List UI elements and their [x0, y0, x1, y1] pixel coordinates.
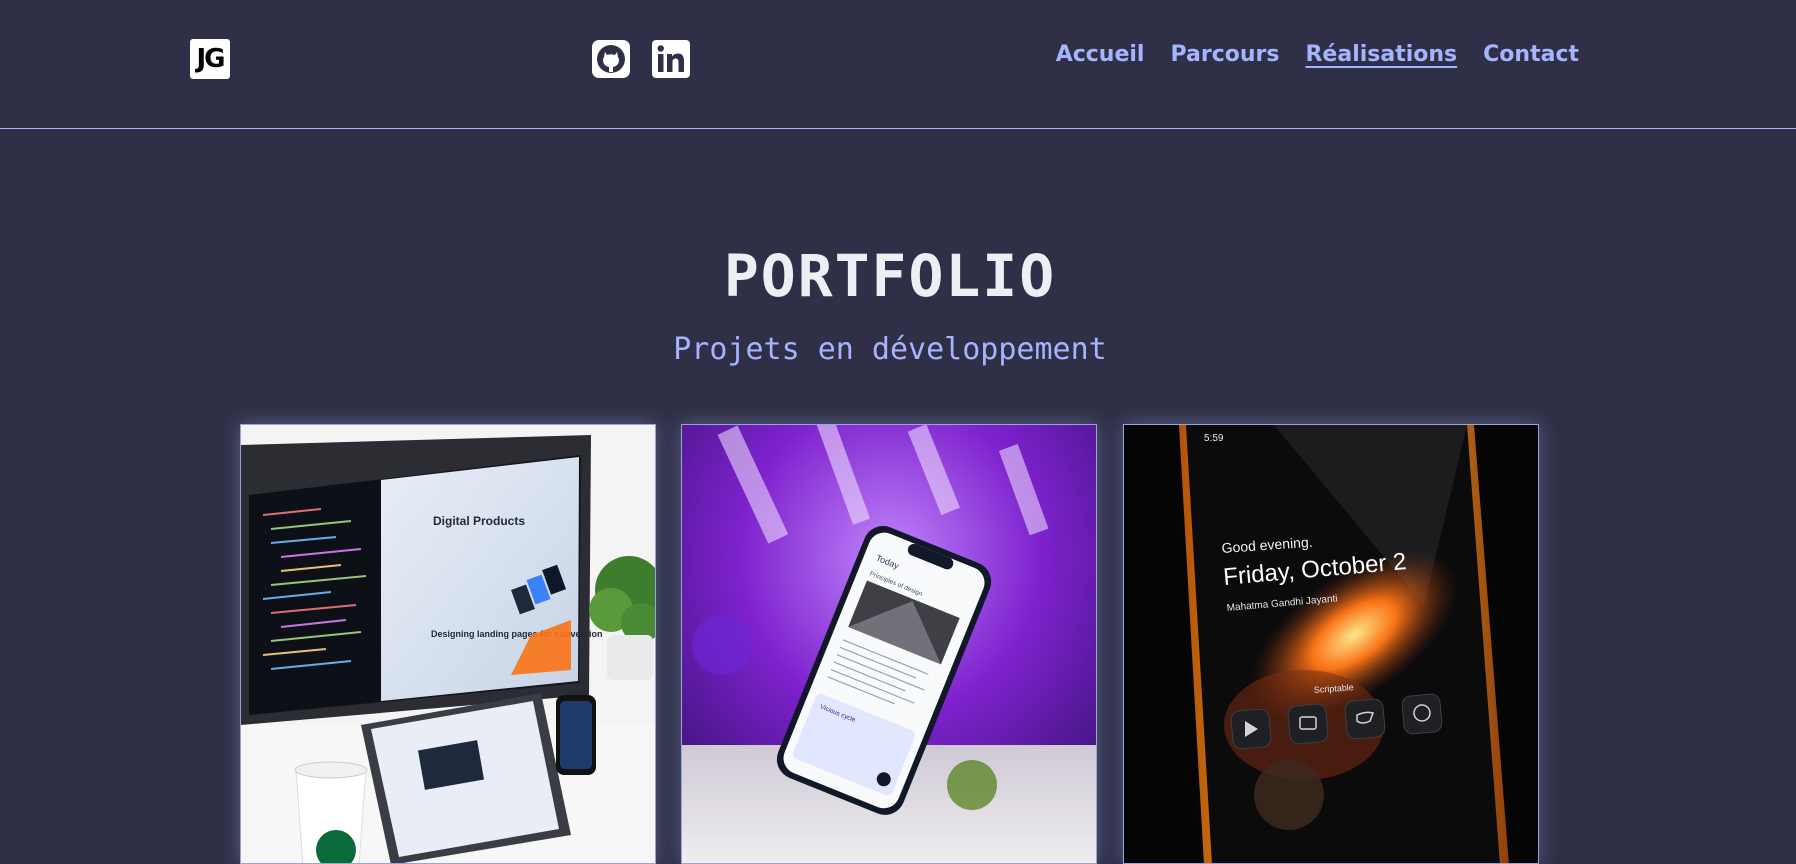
card1-screen-title: Digital Products [433, 514, 525, 528]
project-card-3[interactable]: 5:59 Good evening. Friday, October 2 Mah… [1123, 424, 1539, 864]
card3-time: 5:59 [1204, 433, 1224, 444]
top-navbar: JG Accueil Parcours Réalisations Contact [0, 0, 1796, 129]
project-image-desk: Digital Products Designing landing pages… [241, 425, 655, 863]
github-icon[interactable] [592, 40, 630, 78]
nav-realisations[interactable]: Réalisations [1305, 42, 1457, 67]
nav-accueil[interactable]: Accueil [1056, 42, 1145, 67]
logo-text: JG [196, 44, 225, 74]
nav-parcours[interactable]: Parcours [1170, 42, 1279, 67]
project-card-1[interactable]: Digital Products Designing landing pages… [240, 424, 656, 864]
site-logo[interactable]: JG [190, 39, 230, 79]
main-nav: Accueil Parcours Réalisations Contact [1056, 42, 1579, 67]
card1-screen-tagline: Designing landing pages for conversion [431, 629, 603, 639]
project-image-phone: Today Principles of design Vicious cycle [682, 425, 1096, 863]
project-image-darkphone: 5:59 Good evening. Friday, October 2 Mah… [1124, 425, 1538, 863]
project-card-2[interactable]: Today Principles of design Vicious cycle [681, 424, 1097, 864]
page-subtitle: Projets en développement [673, 332, 1107, 367]
linkedin-icon[interactable] [652, 40, 690, 78]
nav-contact[interactable]: Contact [1483, 42, 1579, 67]
page-title: PORTFOLIO [723, 242, 1057, 310]
